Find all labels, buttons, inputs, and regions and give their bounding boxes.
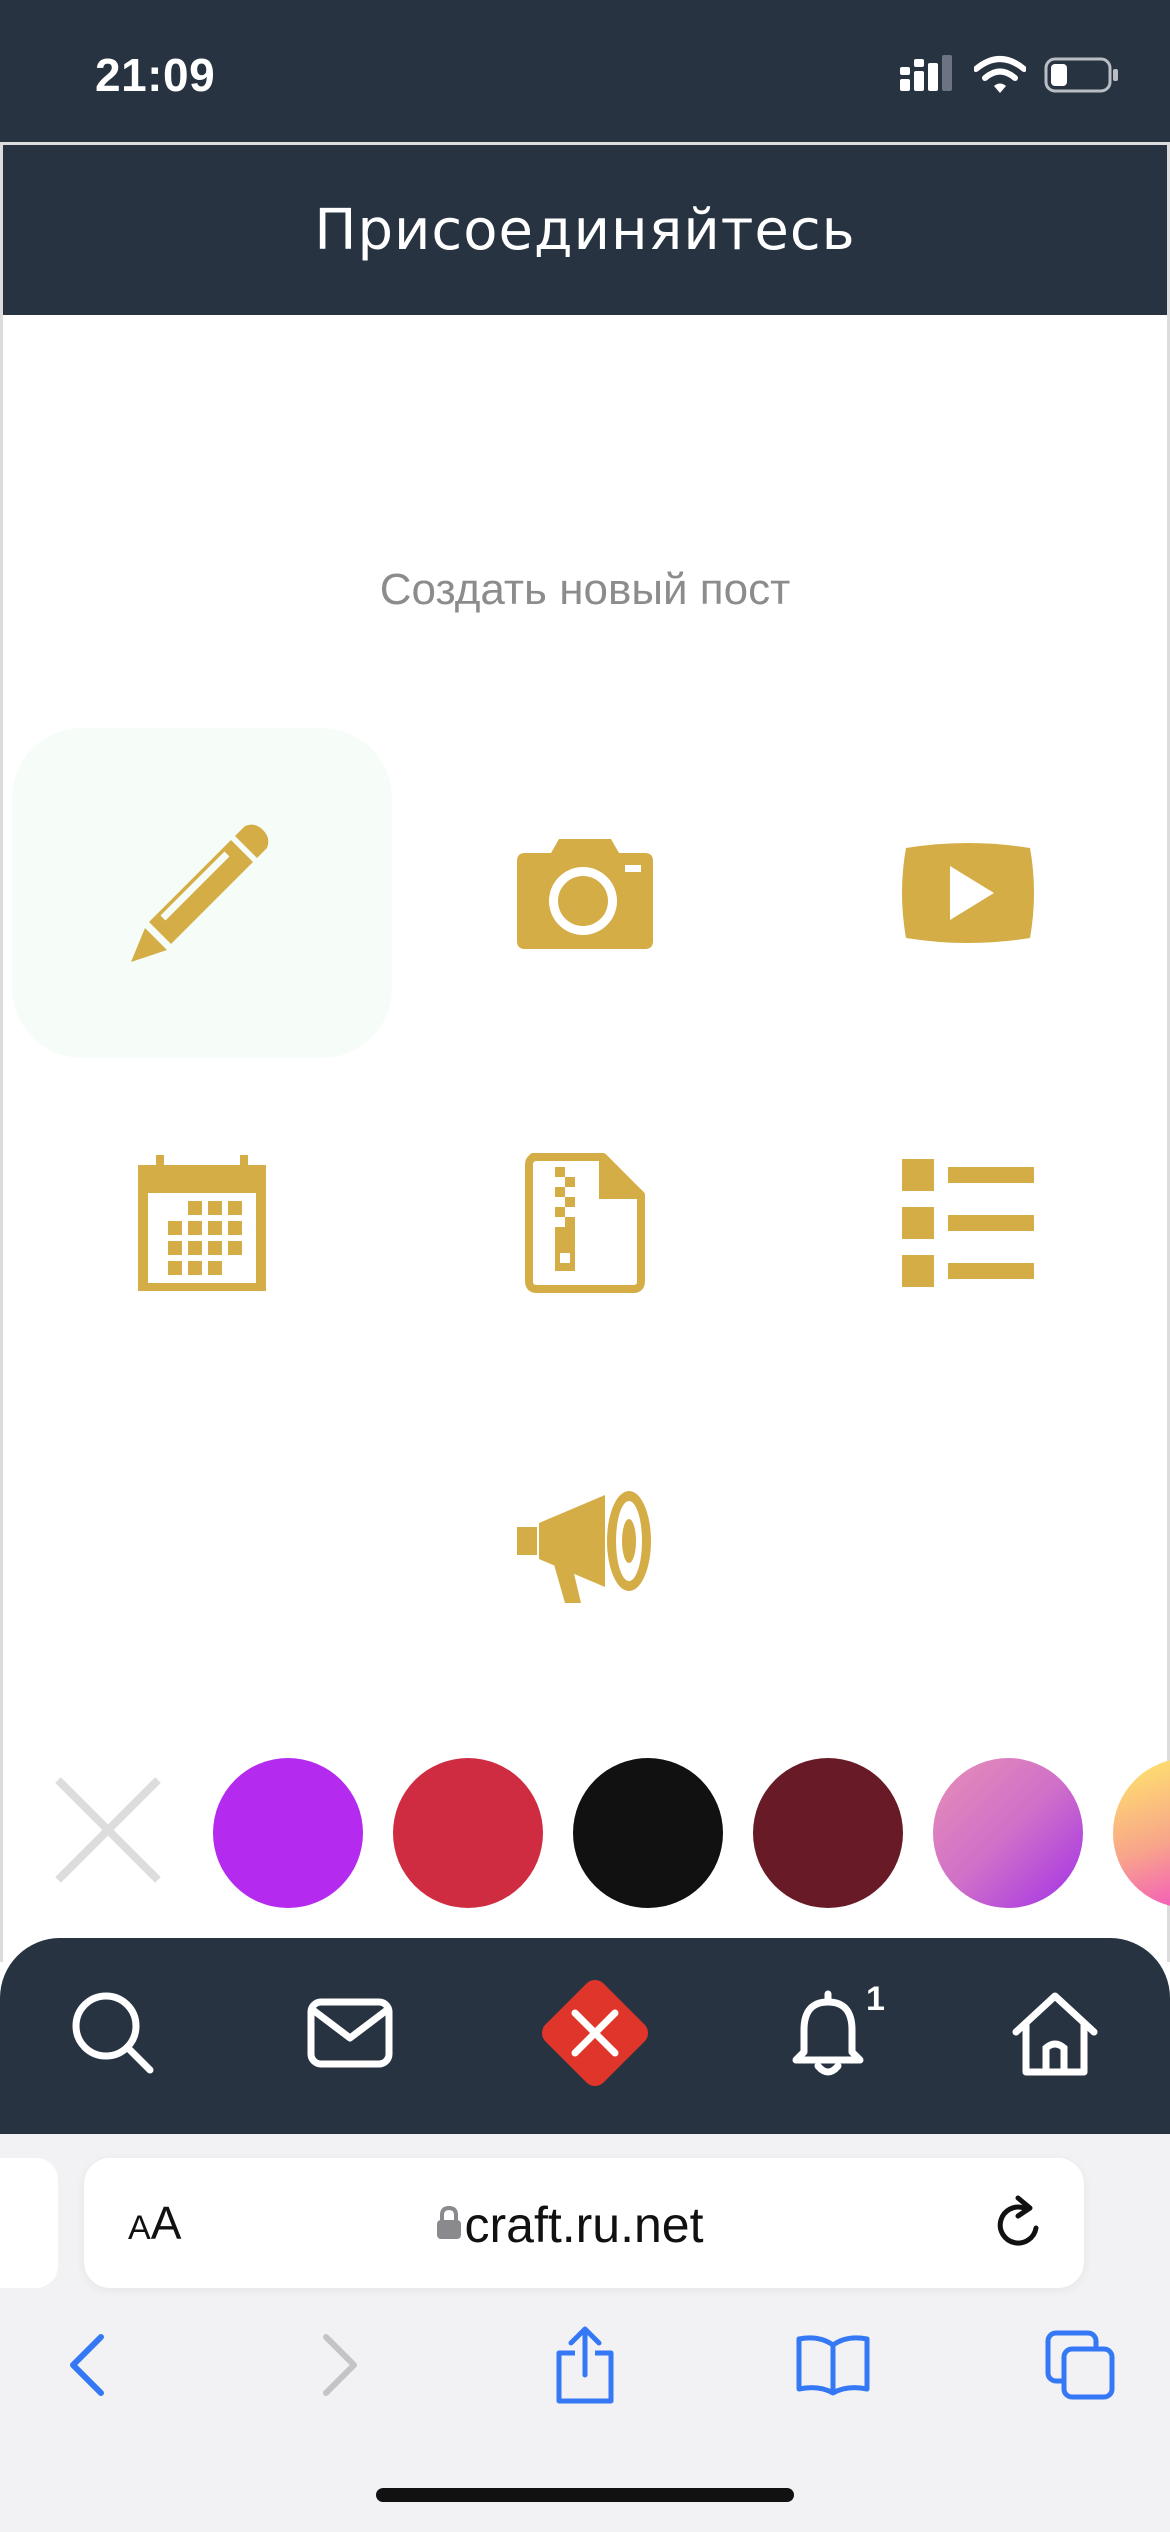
home-icon (1012, 1992, 1098, 2076)
zip-file-icon (525, 1153, 645, 1293)
color-swatch-maroon[interactable] (753, 1758, 903, 1908)
previous-tab[interactable] (0, 2158, 58, 2288)
nav-search-button[interactable] (58, 1978, 168, 2088)
address-bar[interactable]: AA craft.ru.net (84, 2158, 1084, 2288)
share-button[interactable] (540, 2320, 630, 2410)
home-indicator (376, 2488, 794, 2502)
share-icon (556, 2326, 614, 2404)
pencil-icon (131, 824, 269, 962)
color-picker (0, 1752, 1170, 1912)
cellular-signal-icon (900, 55, 952, 91)
tabs-button[interactable] (1035, 2320, 1125, 2410)
bottom-nav (0, 1938, 1170, 2134)
no-color-icon[interactable] (48, 1770, 168, 1890)
color-swatch-red[interactable] (393, 1758, 543, 1908)
screen: 21:09 Присоединяйтесь Создать новый пост… (0, 0, 1170, 2532)
status-bar: 21:09 (0, 0, 1170, 142)
post-type-event[interactable] (12, 1058, 392, 1388)
post-type-video[interactable] (778, 728, 1158, 1058)
megaphone-icon (517, 1491, 651, 1603)
bell-icon (792, 1990, 864, 2076)
status-time: 21:09 (95, 49, 216, 101)
book-icon (796, 2335, 870, 2396)
reload-icon[interactable] (994, 2194, 1046, 2250)
tabs-icon (1045, 2330, 1115, 2400)
page-title: Присоединяйтесь (314, 197, 856, 263)
join-header[interactable]: Присоединяйтесь (3, 145, 1167, 315)
nav-close-button[interactable] (530, 1968, 660, 2098)
mail-icon (307, 1998, 393, 2068)
list-icon (902, 1159, 1034, 1287)
search-icon (72, 1992, 154, 2074)
camera-icon (517, 839, 653, 949)
status-icons (900, 50, 1120, 100)
post-type-announcement[interactable] (395, 1380, 775, 1710)
nav-home-button[interactable] (1000, 1978, 1110, 2088)
notification-badge: 1 (866, 1980, 885, 2018)
post-type-photo[interactable] (395, 728, 775, 1058)
nav-messages-button[interactable] (295, 1978, 405, 2088)
color-swatch-black[interactable] (573, 1758, 723, 1908)
post-type-file[interactable] (395, 1058, 775, 1388)
post-type-text[interactable] (12, 728, 392, 1058)
forward-button[interactable] (295, 2320, 385, 2410)
battery-icon (1044, 57, 1118, 93)
back-button[interactable] (42, 2320, 132, 2410)
chevron-left-icon (70, 2334, 104, 2396)
close-icon (541, 1979, 649, 2087)
color-swatch-yellow-pink-gradient[interactable] (1113, 1758, 1170, 1908)
url-text: craft.ru.net (464, 2197, 704, 2253)
wifi-icon (974, 56, 1026, 93)
bookmarks-button[interactable] (788, 2320, 878, 2410)
chevron-right-icon (323, 2334, 357, 2396)
video-play-icon (902, 843, 1034, 943)
calendar-icon (138, 1155, 266, 1291)
new-post-label: Создать новый пост (379, 565, 791, 614)
color-swatch-pink-purple-gradient[interactable] (933, 1758, 1083, 1908)
color-swatch-purple[interactable] (213, 1758, 363, 1908)
post-type-list[interactable] (778, 1058, 1158, 1388)
